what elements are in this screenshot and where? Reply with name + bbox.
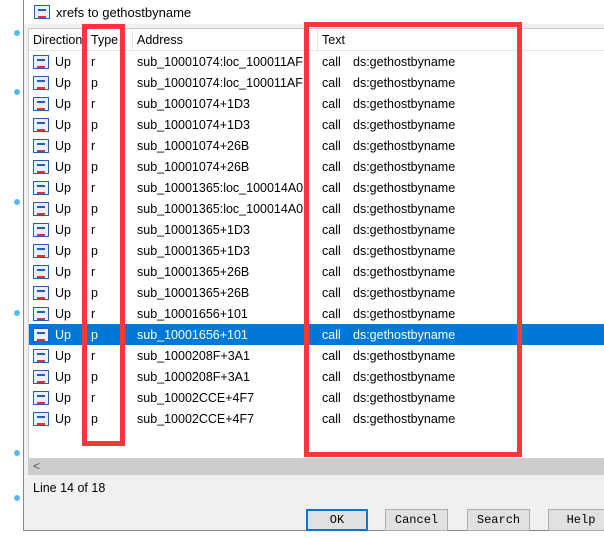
bullet-dot xyxy=(14,310,20,316)
address: sub_10001365:loc_100014A0 xyxy=(137,180,304,195)
direction: Up xyxy=(55,138,71,153)
search-button[interactable]: Search xyxy=(467,509,530,531)
address: sub_10001074+1D3 xyxy=(137,117,250,132)
address: sub_10001365+1D3 xyxy=(137,222,250,237)
direction: Up xyxy=(55,180,71,195)
direction: Up xyxy=(55,117,71,132)
address: sub_10001074:loc_100011AF xyxy=(137,54,303,69)
address: sub_10002CCE+4F7 xyxy=(137,390,255,405)
address: sub_1000208F+3A1 xyxy=(137,369,250,384)
xref-icon xyxy=(33,369,49,384)
status-line: Line 14 of 18 xyxy=(33,481,106,495)
address: sub_10001365:loc_100014A0 xyxy=(137,201,304,216)
xref-icon xyxy=(33,117,49,132)
direction: Up xyxy=(55,327,71,342)
bullet-dot xyxy=(14,199,20,205)
xref-icon xyxy=(33,138,49,153)
header-address[interactable]: Address xyxy=(133,29,318,50)
bullet-dot xyxy=(14,495,20,501)
xref-icon xyxy=(33,75,49,90)
horizontal-scrollbar[interactable]: < xyxy=(29,458,604,474)
direction: Up xyxy=(55,54,71,69)
direction: Up xyxy=(55,222,71,237)
cancel-button[interactable]: Cancel xyxy=(385,509,448,531)
header-direction[interactable]: Direction xyxy=(29,29,87,50)
scroll-left-arrow[interactable]: < xyxy=(33,459,40,473)
xref-icon xyxy=(33,159,49,174)
xref-icon xyxy=(33,411,49,426)
xref-icon xyxy=(33,306,49,321)
direction: Up xyxy=(55,369,71,384)
bullet-dot xyxy=(14,450,20,456)
annotation-box-type xyxy=(82,24,125,446)
dialog-title: xrefs to gethostbyname xyxy=(56,4,192,20)
address: sub_1000208F+3A1 xyxy=(137,348,250,363)
direction: Up xyxy=(55,306,71,321)
xref-icon xyxy=(33,390,49,405)
xref-icon xyxy=(33,96,49,111)
address: sub_10001656+101 xyxy=(137,327,248,342)
xref-icon xyxy=(33,180,49,195)
bullet-dot xyxy=(14,30,20,36)
title-bar: xrefs to gethostbyname xyxy=(24,0,604,24)
direction: Up xyxy=(55,75,71,90)
direction: Up xyxy=(55,159,71,174)
xref-icon xyxy=(33,243,49,258)
address: sub_10001656+101 xyxy=(137,306,248,321)
bullet-dot xyxy=(14,89,20,95)
xref-icon xyxy=(33,327,49,342)
direction: Up xyxy=(55,201,71,216)
annotation-box-text xyxy=(304,22,522,457)
address: sub_10001074+1D3 xyxy=(137,96,250,111)
xref-icon xyxy=(33,222,49,237)
xref-icon xyxy=(33,348,49,363)
address: sub_10002CCE+4F7 xyxy=(137,411,255,426)
direction: Up xyxy=(55,285,71,300)
xref-icon xyxy=(33,264,49,279)
direction: Up xyxy=(55,264,71,279)
direction: Up xyxy=(55,390,71,405)
address: sub_10001074:loc_100011AF xyxy=(137,75,303,90)
xref-icon xyxy=(33,285,49,300)
help-button[interactable]: Help xyxy=(548,509,604,531)
xref-icon xyxy=(34,5,50,19)
address: sub_10001074+26B xyxy=(137,159,250,174)
xref-icon xyxy=(33,201,49,216)
ok-button[interactable]: OK xyxy=(306,509,368,531)
direction: Up xyxy=(55,348,71,363)
address: sub_10001365+26B xyxy=(137,285,250,300)
direction: Up xyxy=(55,96,71,111)
xref-icon xyxy=(33,54,49,69)
direction: Up xyxy=(55,411,71,426)
address: sub_10001365+26B xyxy=(137,264,250,279)
address: sub_10001074+26B xyxy=(137,138,250,153)
direction: Up xyxy=(55,243,71,258)
address: sub_10001365+1D3 xyxy=(137,243,250,258)
